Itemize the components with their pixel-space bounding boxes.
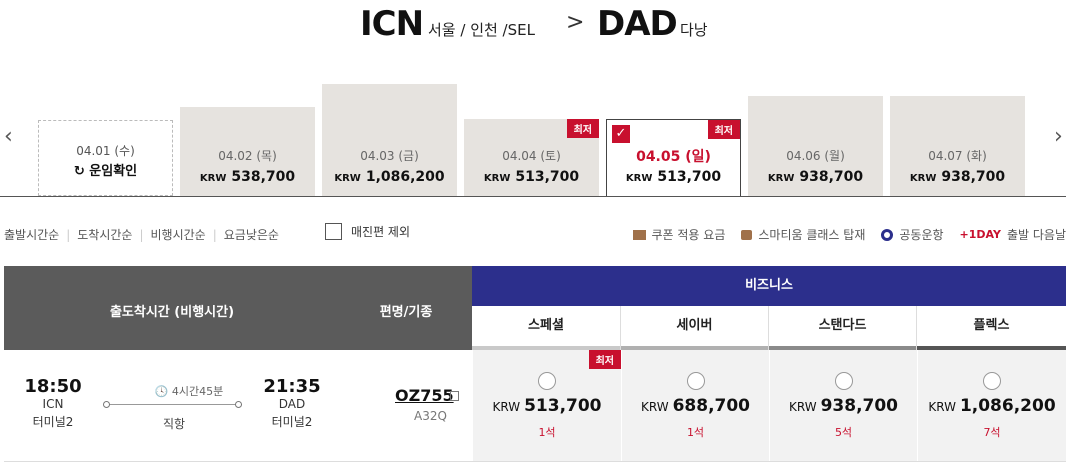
date-card-0404[interactable]: 최저 04.04 (토) KRW 513,700: [464, 119, 599, 196]
date-label: 04.07 (화): [928, 149, 987, 163]
date-card-0401[interactable]: 04.01 (수) ↻ 운임확인: [38, 120, 173, 196]
legend-oneday: 출발 다음날: [1006, 228, 1066, 242]
date-card-0402[interactable]: 04.02 (목) KRW 538,700: [180, 107, 315, 196]
exclude-soldout-toggle[interactable]: 매진편 제외: [325, 223, 410, 240]
date-price: KRW 513,700: [625, 169, 722, 185]
sort-arrival[interactable]: 도착시간순: [77, 226, 132, 243]
route-header: ICN 서울 / 인천 /SEL > DAD 다낭: [0, 0, 1072, 48]
legend-smartium: 스마티움 클래스 탑재: [758, 228, 866, 242]
departure-airport: ICN: [42, 397, 64, 411]
arrival-airport: DAD: [278, 397, 306, 411]
date-label: 04.04 (토): [502, 149, 561, 163]
date-price: KRW 938,700: [909, 169, 1006, 185]
origin-code: ICN: [360, 4, 424, 44]
fare-cell-standard[interactable]: KRW 938,700 5석: [769, 350, 917, 461]
table-row: 18:50 ICN 터미널2 🕓 4시간45분 직항 21:35 DAD 터미널…: [4, 350, 1066, 462]
fare-cell-flex[interactable]: KRW 1,086,200 7석: [917, 350, 1066, 461]
departure-terminal: 터미널2: [32, 415, 74, 429]
fare-header-flex: 플렉스: [917, 306, 1066, 350]
divider: [0, 196, 1066, 197]
dest-city: 다낭: [680, 21, 708, 39]
sort-duration[interactable]: 비행시간순: [151, 226, 206, 243]
date-price: KRW 538,700: [199, 169, 296, 185]
date-label: 04.03 (금): [360, 149, 419, 163]
fare-price: KRW 1,086,200: [928, 396, 1056, 416]
exclude-soldout-checkbox[interactable]: [325, 223, 342, 240]
coupon-icon: [632, 229, 646, 240]
fare-cell-saver[interactable]: KRW 688,700 1석: [621, 350, 769, 461]
exclude-soldout-label: 매진편 제외: [351, 225, 411, 239]
date-price: KRW 513,700: [483, 169, 580, 185]
codeshare-icon: [881, 228, 894, 241]
date-card-0403[interactable]: 04.03 (금) KRW 1,086,200: [322, 84, 457, 196]
date-card-0407[interactable]: 04.07 (화) KRW 938,700: [890, 96, 1025, 196]
route-dot: [235, 401, 242, 408]
date-label: 04.06 (월): [786, 149, 845, 163]
seats-left: 5석: [834, 426, 853, 439]
smartium-icon: [741, 229, 753, 240]
dest-code: DAD: [597, 4, 678, 44]
seats-left: 7석: [983, 426, 1001, 439]
fare-price: KRW 938,700: [788, 396, 899, 416]
date-card-0406[interactable]: 04.06 (월) KRW 938,700: [748, 96, 883, 196]
copy-icon[interactable]: [450, 391, 459, 401]
route-arrow-icon: >: [566, 10, 585, 35]
table-header: 출도착시간 (비행시간) 편명/기종: [4, 266, 472, 350]
date-card-0405-selected[interactable]: ✓ 최저 04.05 (일) KRW 513,700: [606, 119, 741, 196]
legend: 쿠폰 적용 요금 스마티움 클래스 탑재 공동운항 +1DAY 출발 다음날: [617, 226, 1066, 243]
lowest-badge: 최저: [588, 350, 621, 369]
date-label: 04.02 (목): [218, 149, 277, 163]
sort-departure[interactable]: 출발시간순: [4, 226, 59, 243]
fare-cell-special[interactable]: 최저 KRW 513,700 1석: [472, 350, 621, 461]
aircraft-type: A32Q: [414, 409, 447, 423]
fare-price: KRW 513,700: [492, 396, 602, 416]
flight-duration: 🕓 4시간45분: [154, 385, 224, 398]
chevron-left-icon[interactable]: ‹: [4, 124, 13, 149]
col-flight-header: 편명/기종: [379, 305, 433, 320]
cabin-header: 비즈니스: [472, 266, 1066, 306]
sort-options: 출발시간순 | 도착시간순 | 비행시간순 | 요금낮은순: [4, 226, 279, 243]
date-price: KRW 1,086,200: [334, 169, 445, 185]
lowest-badge: 최저: [707, 120, 740, 139]
fare-check-link[interactable]: ↻ 운임확인: [39, 160, 172, 179]
fare-radio[interactable]: [686, 372, 705, 390]
fare-header-special: 스페셜: [472, 306, 621, 350]
fare-header-saver: 세이버: [621, 306, 769, 350]
departure-time: 18:50: [24, 376, 82, 397]
legend-codeshare: 공동운항: [899, 228, 944, 242]
lowest-badge: 최저: [566, 119, 599, 138]
route-line: [106, 404, 242, 405]
date-price: KRW 938,700: [767, 169, 864, 185]
flight-type: 직항: [162, 417, 186, 431]
chevron-right-icon[interactable]: ›: [1054, 124, 1063, 149]
arrival-terminal: 터미널2: [271, 415, 313, 429]
fare-radio[interactable]: [538, 372, 556, 390]
date-label: 04.01 (수): [76, 144, 135, 158]
date-selector: ‹ › 04.01 (수) ↻ 운임확인 04.02 (목) KRW 538,70…: [0, 60, 1072, 200]
fare-radio[interactable]: [834, 372, 853, 390]
check-icon: ✓: [612, 125, 630, 143]
oneday-tag: +1DAY: [959, 228, 1001, 241]
legend-coupon: 쿠폰 적용 요금: [651, 228, 726, 242]
seats-left: 1석: [686, 426, 705, 439]
seats-left: 1석: [538, 426, 556, 439]
arrival-time: 21:35: [263, 376, 321, 397]
date-label: 04.05 (일): [636, 149, 711, 165]
fare-radio[interactable]: [983, 372, 1001, 390]
fare-price: KRW 688,700: [640, 396, 751, 416]
fare-header-standard: 스탠다드: [769, 306, 917, 350]
sort-price[interactable]: 요금낮은순: [224, 226, 279, 243]
route-dot: [103, 401, 110, 408]
flight-number-link[interactable]: OZ755: [395, 386, 454, 405]
col-time-header: 출도착시간 (비행시간): [109, 305, 235, 320]
origin-city: 서울 / 인천 /SEL: [428, 21, 535, 39]
